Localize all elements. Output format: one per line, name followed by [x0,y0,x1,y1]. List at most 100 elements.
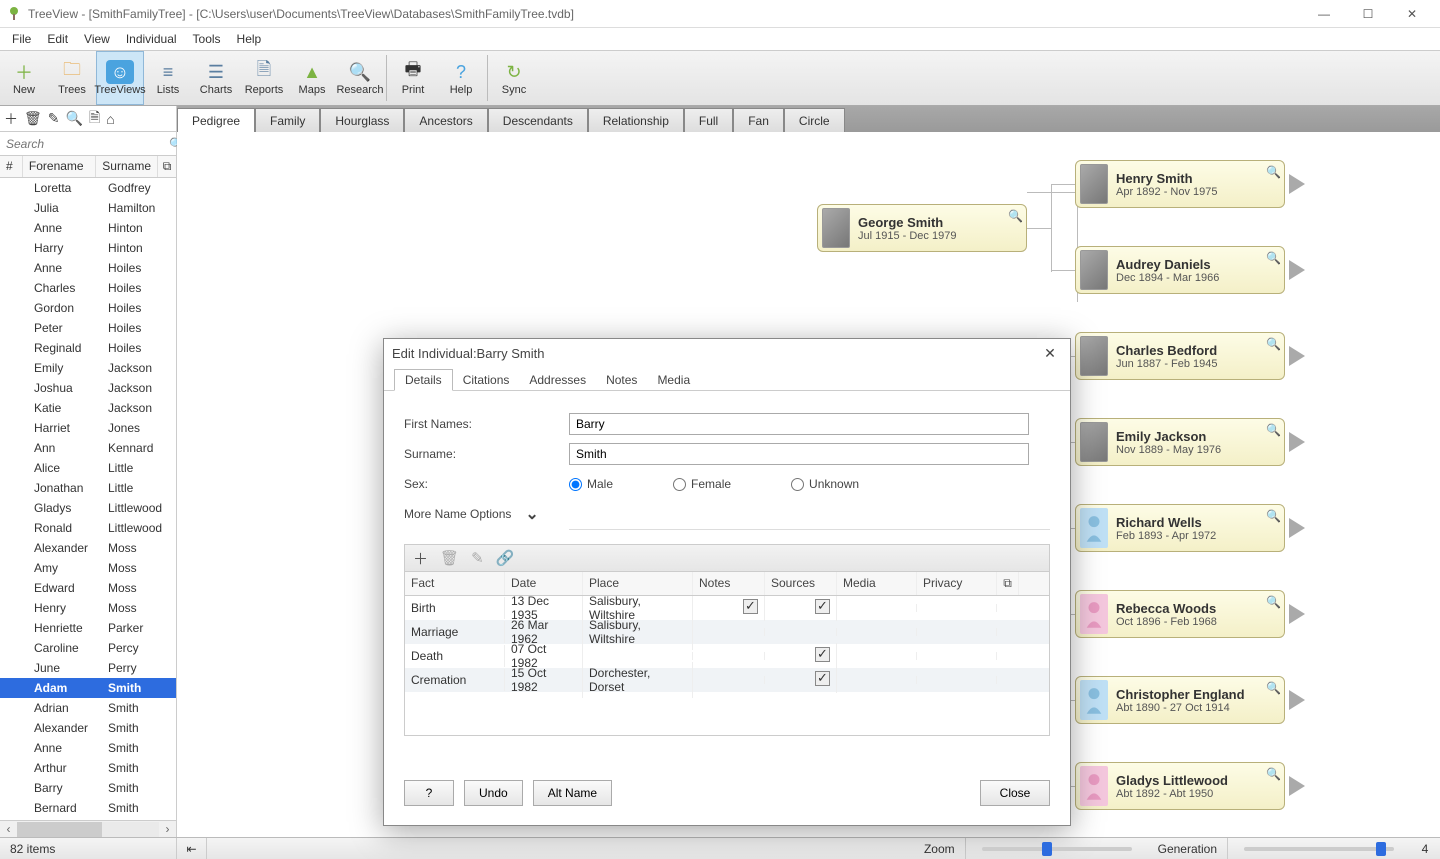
magnify-icon[interactable]: 🔍 [1266,337,1280,351]
menu-view[interactable]: View [76,29,118,49]
list-item[interactable]: HarrietJones [0,418,176,438]
list-item[interactable]: KatieJackson [0,398,176,418]
list-item[interactable]: AliceLittle [0,458,176,478]
help-button[interactable]: ? [404,780,454,806]
dialog-tab-notes[interactable]: Notes [596,370,647,390]
magnify-icon[interactable]: 🔍 [1266,595,1280,609]
first-names-field[interactable] [569,413,1029,435]
list-item[interactable]: JuliaHamilton [0,198,176,218]
dialog-tab-citations[interactable]: Citations [453,370,520,390]
list-item[interactable]: BernardSmith [0,798,176,818]
sidebar-list[interactable]: LorettaGodfreyJuliaHamiltonAnneHintonHar… [0,178,176,820]
search-input[interactable] [0,135,169,153]
expand-icon[interactable] [1289,260,1305,280]
tab-relationship[interactable]: Relationship [588,108,684,132]
list-item[interactable]: JonathanLittle [0,478,176,498]
menu-edit[interactable]: Edit [39,29,76,49]
list-item[interactable]: AdrianSmith [0,698,176,718]
list-item[interactable]: PeterHoiles [0,318,176,338]
pedigree-node[interactable]: Christopher EnglandAbt 1890 - 27 Oct 191… [1075,676,1285,724]
edit-fact-icon[interactable]: ✎ [471,549,484,567]
magnify-icon[interactable]: 🔍 [1266,251,1280,265]
treeviews-button[interactable]: ☺TreeViews [96,51,144,105]
pedigree-node[interactable]: Richard WellsFeb 1893 - Apr 1972 🔍 [1075,504,1285,552]
list-item[interactable]: EmilyJackson [0,358,176,378]
sex-female-radio[interactable]: Female [673,477,731,491]
list-item[interactable]: AdamSmith [0,678,176,698]
scroll-right-arrow-icon[interactable]: › [159,822,176,836]
window-minimize-button[interactable]: — [1302,0,1346,28]
tab-pedigree[interactable]: Pedigree [177,108,255,132]
link-fact-icon[interactable]: 🔗 [496,549,515,567]
help-button[interactable]: ?Help [437,51,485,105]
pedigree-node[interactable]: Emily JacksonNov 1889 - May 1976 🔍 [1075,418,1285,466]
magnify-icon[interactable]: 🔍 [1266,767,1280,781]
delete-fact-icon[interactable]: 🗑 [440,549,459,567]
tab-full[interactable]: Full [684,108,733,132]
facts-col-notes[interactable]: Notes [693,572,765,595]
surname-field[interactable] [569,443,1029,465]
generation-slider[interactable] [1244,847,1394,851]
facts-col-place[interactable]: Place [583,572,693,595]
fact-row[interactable]: Marriage26 Mar 1962Salisbury, Wiltshire [405,620,1049,644]
list-item[interactable]: RonaldLittlewood [0,518,176,538]
expand-icon[interactable] [1289,346,1305,366]
sex-unknown-radio[interactable]: Unknown [791,477,859,491]
zoom-slider[interactable] [982,847,1132,851]
list-item[interactable]: BarrySmith [0,778,176,798]
magnify-icon[interactable]: 🔍 [1266,423,1280,437]
list-item[interactable]: GordonHoiles [0,298,176,318]
reports-button[interactable]: 🗎Reports [240,51,288,105]
list-item[interactable]: ArthurSmith [0,758,176,778]
list-item[interactable]: JoshuaJackson [0,378,176,398]
undo-button[interactable]: Undo [464,780,523,806]
sex-male-radio[interactable]: Male [569,477,613,491]
research-button[interactable]: 🔍Research [336,51,384,105]
lists-button[interactable]: ≡Lists [144,51,192,105]
magnify-icon[interactable]: 🔍 [1266,681,1280,695]
expand-icon[interactable] [1289,432,1305,452]
dialog-tab-addresses[interactable]: Addresses [519,370,596,390]
menu-file[interactable]: File [4,29,39,49]
list-item[interactable]: HenrietteParker [0,618,176,638]
trees-button[interactable]: 🗀Trees [48,51,96,105]
facts-col-fact[interactable]: Fact [405,572,505,595]
list-item[interactable]: AnneSmith [0,738,176,758]
facts-col-sources[interactable]: Sources [765,572,837,595]
window-maximize-button[interactable]: ☐ [1346,0,1390,28]
col-hash-header[interactable]: # [0,156,23,177]
expand-icon[interactable] [1289,776,1305,796]
pedigree-node[interactable]: Charles BedfordJun 1887 - Feb 1945 🔍 [1075,332,1285,380]
list-item[interactable]: AnnKennard [0,438,176,458]
facts-table[interactable]: Birth13 Dec 1935Salisbury, WiltshireMarr… [404,596,1050,736]
sidebar-delete-icon[interactable]: 🗑 [24,110,42,127]
magnify-icon[interactable]: 🔍 [1266,509,1280,523]
expand-icon[interactable] [1289,518,1305,538]
new-button[interactable]: ＋New [0,51,48,105]
pedigree-node[interactable]: Gladys LittlewoodAbt 1892 - Abt 1950 🔍 [1075,762,1285,810]
pedigree-node[interactable]: George SmithJul 1915 - Dec 1979 🔍 [817,204,1027,252]
facts-col-options-icon[interactable]: ⧉ [997,572,1019,595]
close-icon[interactable]: ✕ [1038,345,1062,362]
tab-hourglass[interactable]: Hourglass [320,108,404,132]
tab-family[interactable]: Family [255,108,320,132]
add-fact-icon[interactable]: ＋ [413,548,428,569]
pedigree-node[interactable]: Rebecca WoodsOct 1896 - Feb 1968 🔍 [1075,590,1285,638]
fact-row[interactable]: Cremation15 Oct 1982Dorchester, Dorset [405,668,1049,692]
col-forename-header[interactable]: Forename [23,156,96,177]
status-collapse-icon[interactable]: ⇤ [177,838,207,859]
menu-help[interactable]: Help [229,29,270,49]
list-item[interactable]: ReginaldHoiles [0,338,176,358]
maps-button[interactable]: ▲Maps [288,51,336,105]
list-item[interactable]: CarolinePercy [0,638,176,658]
list-item[interactable]: AnneHinton [0,218,176,238]
fact-row[interactable]: Birth13 Dec 1935Salisbury, Wiltshire [405,596,1049,620]
sidebar-edit-icon[interactable]: ✎ [48,110,60,127]
list-item[interactable]: AlexanderSmith [0,718,176,738]
magnify-icon[interactable]: 🔍 [1266,165,1280,179]
sidebar-find-icon[interactable]: 🔍 [66,110,83,127]
list-item[interactable]: AlexanderMoss [0,538,176,558]
list-item[interactable]: JunePerry [0,658,176,678]
sidebar-home-icon[interactable]: ⌂ [106,111,114,127]
sync-button[interactable]: ↻Sync [490,51,538,105]
